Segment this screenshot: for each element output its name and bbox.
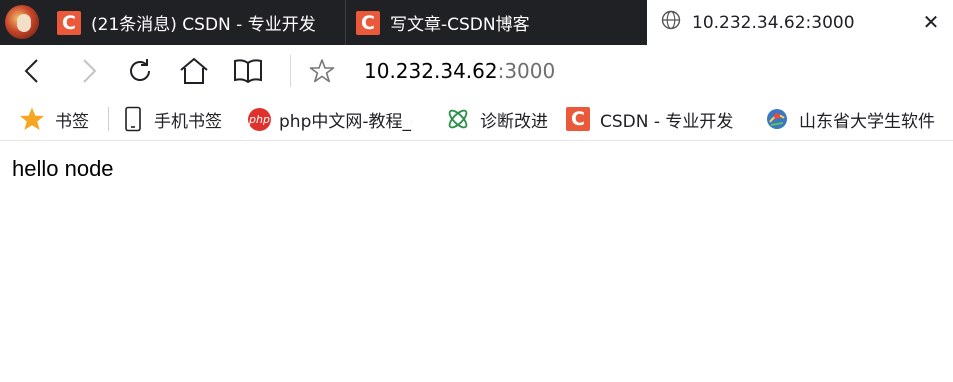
address-bar[interactable]: 10.232.34.62:3000: [364, 59, 555, 83]
bookmark-page-button[interactable]: [306, 55, 338, 87]
bookmark-label: php中文网-教程_手: [279, 111, 412, 132]
star-icon: [20, 107, 44, 130]
bookmark-shandong-software[interactable]: 山东省大学生软件: [765, 97, 945, 141]
refresh-button[interactable]: [125, 55, 157, 87]
forward-icon: [83, 59, 97, 83]
home-button[interactable]: [178, 55, 210, 87]
badge-icon: [767, 109, 787, 129]
profile-avatar[interactable]: [5, 5, 39, 39]
bookmark-label: 手机书签: [154, 111, 222, 132]
star-outline-icon: [309, 59, 335, 83]
bookmark-label: 诊断改进: [480, 111, 548, 132]
php-icon: php: [248, 107, 271, 131]
tab-csdn-messages[interactable]: C (21条消息) CSDN - 专业开发: [47, 0, 344, 45]
atom-icon: [448, 109, 468, 129]
globe-icon: [661, 10, 681, 35]
bookmark-mobile[interactable]: 手机书签: [122, 97, 222, 141]
close-tab-icon[interactable]: ✕: [921, 12, 941, 32]
tab-bar: C (21条消息) CSDN - 专业开发 C 写文章-CSDN博客 10.23…: [0, 0, 953, 45]
bookmark-label: 书签: [55, 111, 89, 132]
back-button[interactable]: [17, 55, 49, 87]
address-host: 10.232.34.62: [364, 59, 498, 83]
tab-localhost[interactable]: 10.232.34.62:3000 ✕: [647, 0, 953, 45]
bookmark-folder-bookmarks[interactable]: 书签: [19, 97, 89, 141]
bookmark-label: 山东省大学生软件: [799, 111, 935, 132]
book-icon: [234, 59, 262, 84]
tab-write-article[interactable]: C 写文章-CSDN博客: [345, 0, 647, 45]
forward-button[interactable]: [72, 55, 104, 87]
bookmark-php[interactable]: php php中文网-教程_手: [248, 97, 412, 141]
bookmarks-divider: [108, 107, 109, 131]
reading-view-button[interactable]: [232, 55, 264, 87]
tab-title: 10.232.34.62:3000: [692, 12, 855, 33]
page-body-text: hello node: [12, 156, 114, 181]
refresh-icon: [130, 59, 150, 81]
tab-title: 写文章-CSDN博客: [390, 15, 530, 35]
back-icon: [24, 59, 38, 83]
csdn-icon: C: [356, 10, 380, 35]
browser-toolbar: 10.232.34.62:3000: [0, 45, 953, 97]
home-icon: [180, 57, 208, 84]
csdn-icon: C: [57, 10, 81, 35]
bookmark-csdn[interactable]: C CSDN - 专业开发: [566, 97, 746, 141]
address-port: :3000: [497, 59, 556, 83]
bookmark-label: CSDN - 专业开发: [600, 111, 734, 132]
tab-title: (21条消息) CSDN - 专业开发: [91, 15, 316, 35]
bookmarks-bar: 书签 手机书签 php php中文网-教程_手 诊断改进 C CSDN - 专业…: [0, 97, 953, 141]
toolbar-divider: [290, 55, 291, 87]
bookmark-diagnosis[interactable]: 诊断改进: [446, 97, 548, 141]
phone-icon: [125, 106, 141, 132]
csdn-icon: C: [566, 107, 590, 131]
